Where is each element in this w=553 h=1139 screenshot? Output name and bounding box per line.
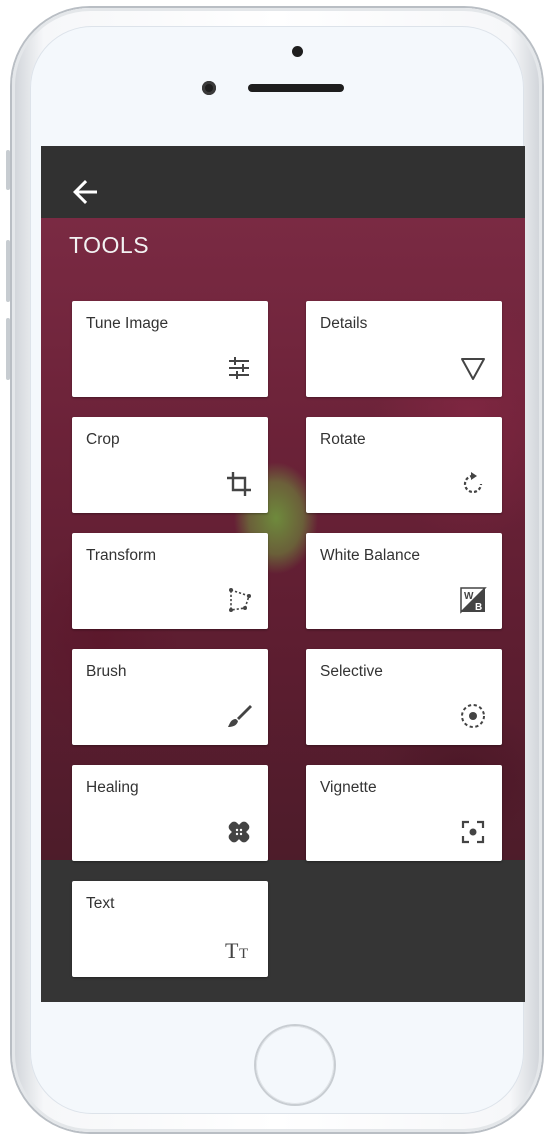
home-button[interactable] bbox=[256, 1026, 334, 1104]
tool-label: Rotate bbox=[320, 431, 366, 448]
crop-icon bbox=[224, 469, 254, 499]
tool-selective[interactable]: Selective bbox=[306, 649, 502, 745]
tool-label: Selective bbox=[320, 663, 383, 680]
healing-bandage-icon bbox=[224, 817, 254, 847]
svg-text:B: B bbox=[475, 602, 482, 613]
app-screen: TOOLS Tune Image Details Crop Rotate Tra… bbox=[41, 146, 525, 1002]
tool-label: Tune Image bbox=[86, 315, 169, 332]
text-icon: T T bbox=[224, 933, 254, 963]
tool-white-balance[interactable]: White Balance W B bbox=[306, 533, 502, 629]
app-bar bbox=[41, 146, 525, 218]
tool-tune-image[interactable]: Tune Image bbox=[72, 301, 268, 397]
front-camera bbox=[202, 81, 216, 95]
arrow-back-icon bbox=[73, 180, 97, 204]
tool-text[interactable]: Text T T bbox=[72, 881, 268, 977]
vignette-icon bbox=[458, 817, 488, 847]
tool-label: Text bbox=[86, 895, 115, 912]
selective-icon bbox=[458, 701, 488, 731]
tool-healing[interactable]: Healing bbox=[72, 765, 268, 861]
tool-label: Healing bbox=[86, 779, 139, 796]
svg-text:T: T bbox=[225, 938, 239, 963]
tool-label: White Balance bbox=[320, 547, 420, 564]
details-triangle-icon bbox=[458, 353, 488, 383]
back-button[interactable] bbox=[67, 174, 103, 210]
tool-label: Brush bbox=[86, 663, 127, 680]
proximity-sensor bbox=[292, 46, 303, 57]
tool-details[interactable]: Details bbox=[306, 301, 502, 397]
white-balance-icon: W B bbox=[458, 585, 488, 615]
tool-transform[interactable]: Transform bbox=[72, 533, 268, 629]
transform-perspective-icon bbox=[224, 585, 254, 615]
svg-text:W: W bbox=[464, 591, 474, 602]
svg-text:T: T bbox=[239, 946, 248, 962]
volume-down-button bbox=[6, 318, 10, 380]
tool-label: Crop bbox=[86, 431, 120, 448]
tool-label: Vignette bbox=[320, 779, 377, 796]
mute-switch bbox=[6, 150, 10, 190]
tool-brush[interactable]: Brush bbox=[72, 649, 268, 745]
volume-up-button bbox=[6, 240, 10, 302]
earpiece-speaker bbox=[248, 84, 344, 92]
tool-crop[interactable]: Crop bbox=[72, 417, 268, 513]
tool-vignette[interactable]: Vignette bbox=[306, 765, 502, 861]
brush-icon bbox=[224, 701, 254, 731]
tools-heading: TOOLS bbox=[69, 232, 150, 258]
tool-label: Details bbox=[320, 315, 368, 332]
rotate-icon bbox=[458, 469, 488, 499]
tool-label: Transform bbox=[86, 547, 157, 564]
tune-sliders-icon bbox=[224, 353, 254, 383]
tool-rotate[interactable]: Rotate bbox=[306, 417, 502, 513]
